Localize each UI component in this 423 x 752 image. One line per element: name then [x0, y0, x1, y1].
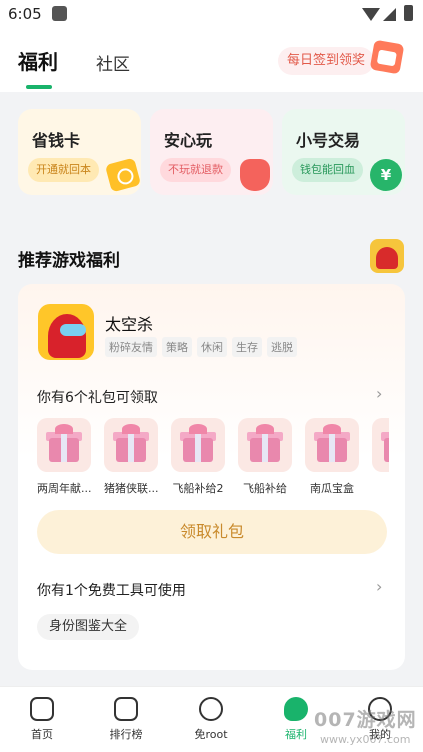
gift-label: 两周年献...: [37, 482, 91, 495]
card-tag: 开通就回本: [28, 158, 99, 182]
gift-label: 飞船补给: [243, 482, 287, 495]
gift-item[interactable]: 飞船补给: [238, 418, 292, 496]
gift-item[interactable]: 南瓜宝盒: [305, 418, 359, 496]
gift-box-icon: [372, 418, 389, 472]
watermark: 007游戏网: [314, 709, 417, 731]
tab-community[interactable]: 社区: [96, 50, 130, 75]
card-safe-play[interactable]: 安心玩 不玩就退款: [150, 109, 273, 195]
ranking-icon: [114, 697, 138, 721]
claim-gift-button[interactable]: 领取礼包: [37, 510, 387, 554]
welfare-icon: [284, 697, 308, 721]
gift-label: 飞船补给2: [172, 482, 224, 495]
daily-signin-button[interactable]: 每日签到领奖: [278, 47, 374, 75]
card-title: 小号交易: [296, 131, 361, 150]
gift-box-icon: [171, 418, 225, 472]
battery-icon: [404, 5, 413, 21]
card-tag: 钱包能回血: [292, 158, 363, 182]
gift-count-row[interactable]: 你有6个礼包可领取: [37, 387, 158, 407]
game-name[interactable]: 太空杀: [105, 311, 153, 335]
top-header: 福利 社区 每日签到领奖: [0, 30, 423, 92]
coin-card-icon: [104, 157, 142, 193]
nav-home[interactable]: 首页: [7, 687, 77, 742]
status-time: 6:05: [8, 5, 42, 23]
game-thumbnail-icon[interactable]: [370, 239, 404, 273]
gift-label: 捣: [372, 480, 389, 496]
no-root-icon: [199, 697, 223, 721]
home-icon: [30, 697, 54, 721]
game-tag: 生存: [232, 337, 262, 357]
tool-chip[interactable]: 身份图鉴大全: [37, 614, 140, 640]
nav-no-root[interactable]: 免root: [176, 687, 246, 742]
gift-item[interactable]: 两周年献...: [37, 418, 91, 496]
game-tags: 粉碎友情 策略 休闲 生存 逃脱: [105, 337, 297, 357]
active-tab-indicator: [26, 85, 52, 89]
card-save-money[interactable]: 省钱卡 开通就回本: [18, 109, 142, 195]
game-welfare-panel: 太空杀 粉碎友情 策略 休闲 生存 逃脱 你有6个礼包可领取 › 两周年献...…: [18, 284, 405, 670]
gift-box-icon: [238, 418, 292, 472]
gift-box-icon: [305, 418, 359, 472]
game-tag: 休闲: [197, 337, 227, 357]
gift-label: 猪猪侠联...: [104, 482, 158, 495]
card-account-trade[interactable]: 小号交易 钱包能回血 ¥: [282, 109, 405, 195]
ok-hand-icon: [240, 159, 270, 191]
game-tag: 逃脱: [267, 337, 297, 357]
nav-ranking[interactable]: 排行榜: [91, 687, 161, 742]
nav-label: 首页: [31, 728, 53, 741]
card-title: 省钱卡: [32, 131, 81, 150]
wifi-icon: [362, 8, 380, 21]
gift-list: 两周年献... 猪猪侠联... 飞船补给2 飞船补给 南瓜宝盒 捣: [37, 418, 389, 502]
card-tag: 不玩就退款: [160, 158, 231, 182]
game-tag: 粉碎友情: [105, 337, 157, 357]
calendar-gift-icon[interactable]: [369, 39, 405, 75]
nav-label: 免root: [194, 728, 228, 741]
yuan-coin-icon: ¥: [370, 159, 402, 191]
watermark-url: www.yx007.com: [320, 733, 411, 746]
chevron-right-icon[interactable]: ›: [376, 384, 382, 403]
nav-label: 排行榜: [109, 728, 143, 741]
gift-item[interactable]: 猪猪侠联...: [104, 418, 158, 496]
tab-welfare[interactable]: 福利: [18, 46, 58, 75]
game-tag: 策略: [162, 337, 192, 357]
free-tools-row[interactable]: 你有1个免费工具可使用: [37, 580, 186, 600]
chevron-right-icon[interactable]: ›: [376, 577, 382, 596]
gift-item[interactable]: 捣: [372, 418, 389, 496]
gift-label: 南瓜宝盒: [310, 482, 354, 495]
signal-icon: [383, 8, 396, 21]
gift-box-icon: [37, 418, 91, 472]
section-title: 推荐游戏福利: [18, 251, 120, 271]
status-bar: 6:05: [0, 0, 423, 30]
notification-icon: [52, 6, 67, 21]
gift-item[interactable]: 飞船补给2: [171, 418, 225, 496]
card-title: 安心玩: [164, 131, 213, 150]
game-icon[interactable]: [38, 304, 94, 360]
gift-box-icon: [104, 418, 158, 472]
